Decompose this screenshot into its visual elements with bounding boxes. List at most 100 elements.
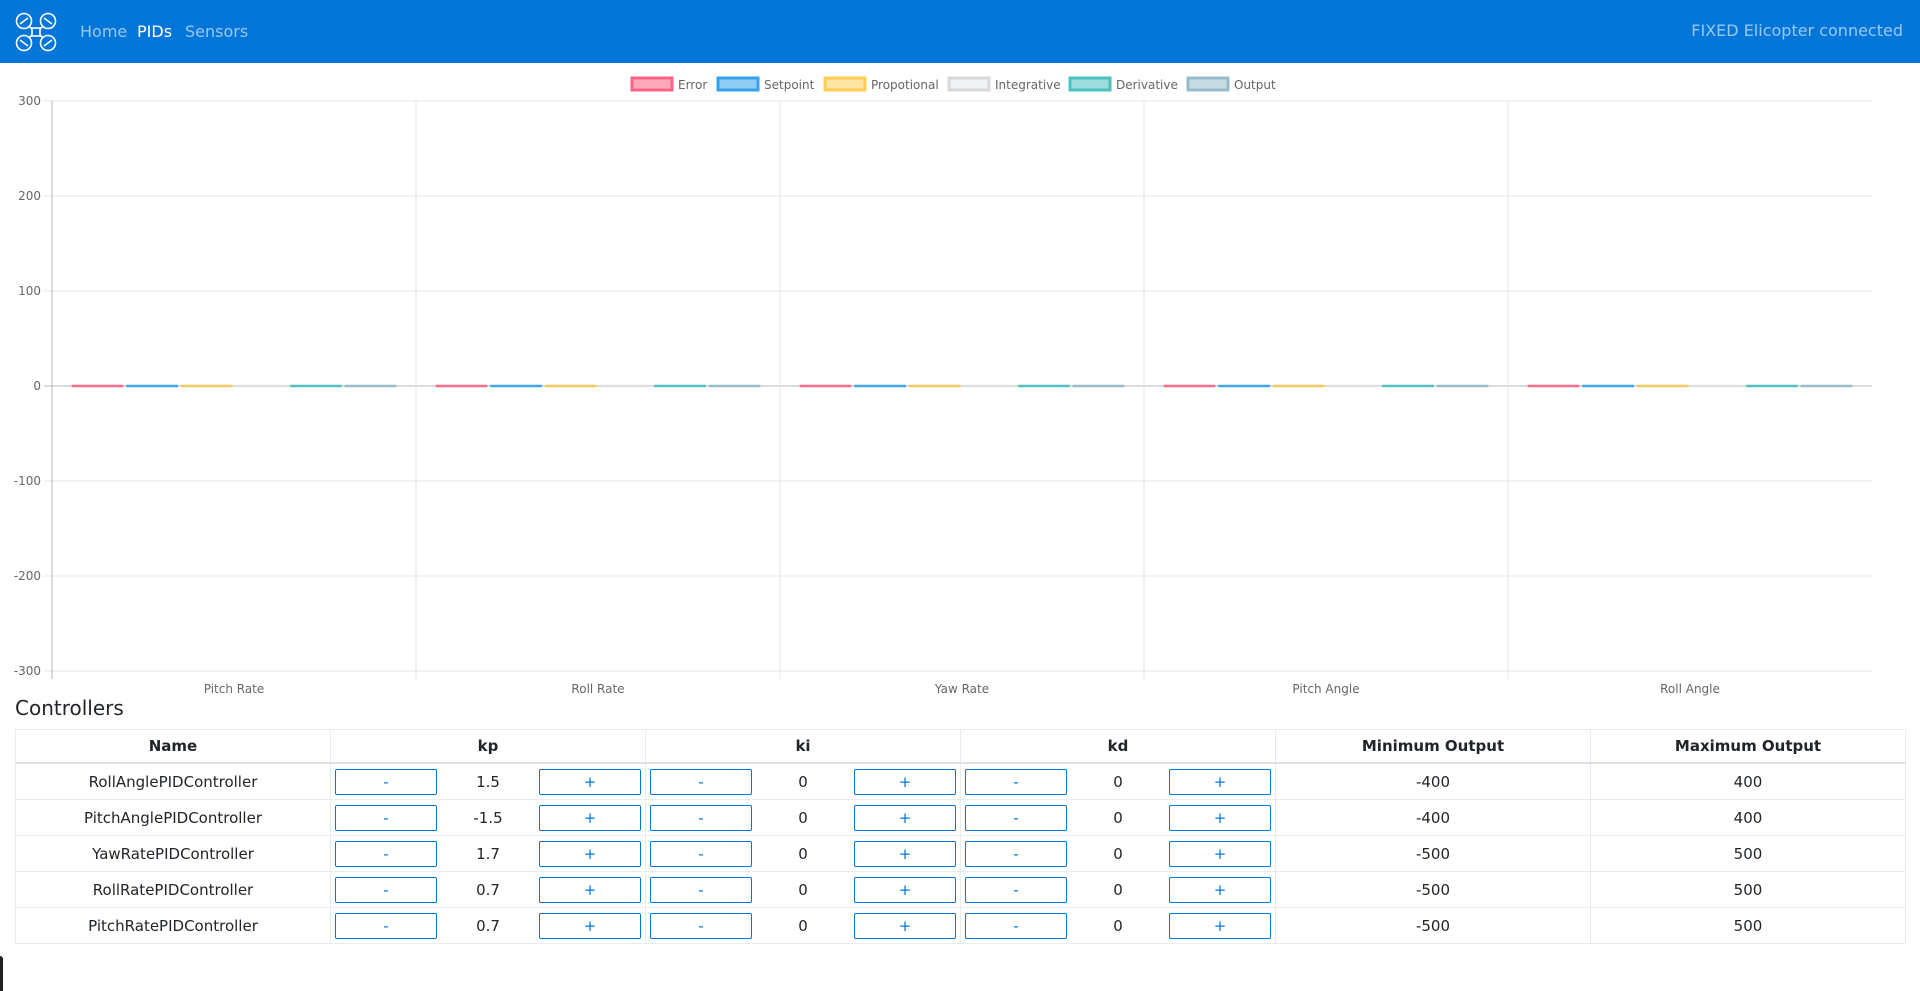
kp-cell: - -1.5 + xyxy=(330,799,646,836)
bar-integrative xyxy=(1327,384,1380,388)
controller-name: PitchRatePIDController xyxy=(15,907,331,944)
kd-decrease-button[interactable]: - xyxy=(965,876,1067,903)
y-tick-label: 100 xyxy=(18,284,41,298)
legend-swatch xyxy=(630,76,674,92)
ki-increase-button[interactable]: + xyxy=(854,912,956,939)
table-header-row: Name kp ki kd Minimum Output Maximum Out… xyxy=(15,729,1906,764)
ki-decrease-button[interactable]: - xyxy=(650,912,752,939)
kp-decrease-button[interactable]: - xyxy=(335,840,437,867)
table-row: YawRatePIDController -1.7 + -0 + -0 + -500 500 xyxy=(15,835,1906,872)
nav-pids-link[interactable]: PIDs xyxy=(137,22,172,42)
legend-swatch xyxy=(1068,76,1112,92)
kd-increase-button[interactable]: + xyxy=(1169,840,1271,867)
max-output-value: 500 xyxy=(1590,907,1906,944)
kp-increase-button[interactable]: + xyxy=(539,804,641,831)
table-row: RollAnglePIDController -1.5 + -0 + -0 + -400 400 xyxy=(15,762,1906,800)
legend-label: Propotional xyxy=(871,78,939,92)
ki-value: 0 xyxy=(798,880,808,899)
header-kd: kd xyxy=(960,729,1276,764)
ki-increase-button[interactable]: + xyxy=(854,804,956,831)
ki-decrease-button[interactable]: - xyxy=(650,840,752,867)
ki-decrease-button[interactable]: - xyxy=(650,876,752,903)
ki-value: 0 xyxy=(798,916,808,935)
kd-value: 0 xyxy=(1113,880,1123,899)
kd-cell: - 0 + xyxy=(960,907,1276,944)
max-output-value: 500 xyxy=(1590,835,1906,872)
ki-decrease-button[interactable]: - xyxy=(650,804,752,831)
bar-propotional xyxy=(180,384,233,388)
drone-logo-icon[interactable] xyxy=(15,12,57,52)
kd-decrease-button[interactable]: - xyxy=(965,840,1067,867)
kd-cell: - 0 + xyxy=(960,762,1276,800)
kd-decrease-button[interactable]: - xyxy=(965,912,1067,939)
chart-legend: Error Setpoint Propotional Integrative Deriv… xyxy=(630,76,1276,92)
bar-output xyxy=(1072,384,1125,388)
kd-increase-button[interactable]: + xyxy=(1169,876,1271,903)
kd-increase-button[interactable]: + xyxy=(1169,912,1271,939)
ki-increase-button[interactable]: + xyxy=(854,876,956,903)
controller-name: YawRatePIDController xyxy=(15,835,331,872)
kp-increase-button[interactable]: + xyxy=(539,840,641,867)
ki-cell: - 0 + xyxy=(645,871,961,908)
bar-output xyxy=(1436,384,1489,388)
kd-value: 0 xyxy=(1113,772,1123,791)
bar-propotional xyxy=(544,384,597,388)
nav-home-link[interactable]: Home xyxy=(80,22,127,42)
header-min-output: Minimum Output xyxy=(1275,729,1591,764)
kp-cell: - 0.7 + xyxy=(330,907,646,944)
header-name: Name xyxy=(15,729,331,764)
nav-sensors-link[interactable]: Sensors xyxy=(185,22,248,42)
x-tick-label: Pitch Rate xyxy=(204,682,265,696)
ki-decrease-button[interactable]: - xyxy=(650,768,752,795)
kp-increase-button[interactable]: + xyxy=(539,768,641,795)
min-output-value: -500 xyxy=(1275,871,1591,908)
kp-increase-button[interactable]: + xyxy=(539,912,641,939)
bar-output xyxy=(708,384,761,388)
kd-decrease-button[interactable]: - xyxy=(965,804,1067,831)
bar-error xyxy=(71,384,124,388)
ki-increase-button[interactable]: + xyxy=(854,840,956,867)
y-tick-label: 0 xyxy=(33,379,41,393)
kd-increase-button[interactable]: + xyxy=(1169,804,1271,831)
x-tick-label: Pitch Angle xyxy=(1292,682,1359,696)
y-tick-label: -200 xyxy=(14,569,41,583)
bar-error xyxy=(1163,384,1216,388)
bar-error xyxy=(1527,384,1580,388)
kp-cell: - 1.5 + xyxy=(330,762,646,800)
chart-y-labels: 300 200 100 0 -100 -200 -300 xyxy=(14,94,41,678)
bar-setpoint xyxy=(854,384,906,388)
kd-cell: - 0 + xyxy=(960,871,1276,908)
controller-name: RollRatePIDController xyxy=(15,871,331,908)
bar-setpoint xyxy=(1218,384,1270,388)
kd-increase-button[interactable]: + xyxy=(1169,768,1271,795)
chart-x-labels: Pitch Rate Roll Rate Yaw Rate Pitch Angle Ro… xyxy=(204,682,1720,696)
kp-value: 0.7 xyxy=(476,880,500,899)
kp-decrease-button[interactable]: - xyxy=(335,912,437,939)
bar-integrative xyxy=(599,384,652,388)
kp-decrease-button[interactable]: - xyxy=(335,876,437,903)
x-tick-label: Roll Angle xyxy=(1660,682,1720,696)
max-output-value: 400 xyxy=(1590,762,1906,800)
bar-integrative xyxy=(235,384,288,388)
kp-increase-button[interactable]: + xyxy=(539,876,641,903)
y-tick-label: -100 xyxy=(14,474,41,488)
x-tick-label: Yaw Rate xyxy=(934,682,989,696)
x-tick-label: Roll Rate xyxy=(571,682,624,696)
kp-value: 1.7 xyxy=(476,844,500,863)
kp-cell: - 1.7 + xyxy=(330,835,646,872)
bar-error xyxy=(799,384,852,388)
kp-value: 1.5 xyxy=(476,772,500,791)
controllers-table: Name kp ki kd Minimum Output Maximum Out… xyxy=(15,729,1906,944)
kd-value: 0 xyxy=(1113,808,1123,827)
kp-decrease-button[interactable]: - xyxy=(335,768,437,795)
kp-decrease-button[interactable]: - xyxy=(335,804,437,831)
controllers-title: Controllers xyxy=(15,696,124,720)
kd-decrease-button[interactable]: - xyxy=(965,768,1067,795)
bar-propotional xyxy=(908,384,961,388)
kp-cell: - 0.7 + xyxy=(330,871,646,908)
ki-cell: - 0 + xyxy=(645,762,961,800)
ki-value: 0 xyxy=(798,844,808,863)
chart-grid xyxy=(44,100,1872,679)
controller-name: PitchAnglePIDController xyxy=(15,799,331,836)
ki-increase-button[interactable]: + xyxy=(854,768,956,795)
